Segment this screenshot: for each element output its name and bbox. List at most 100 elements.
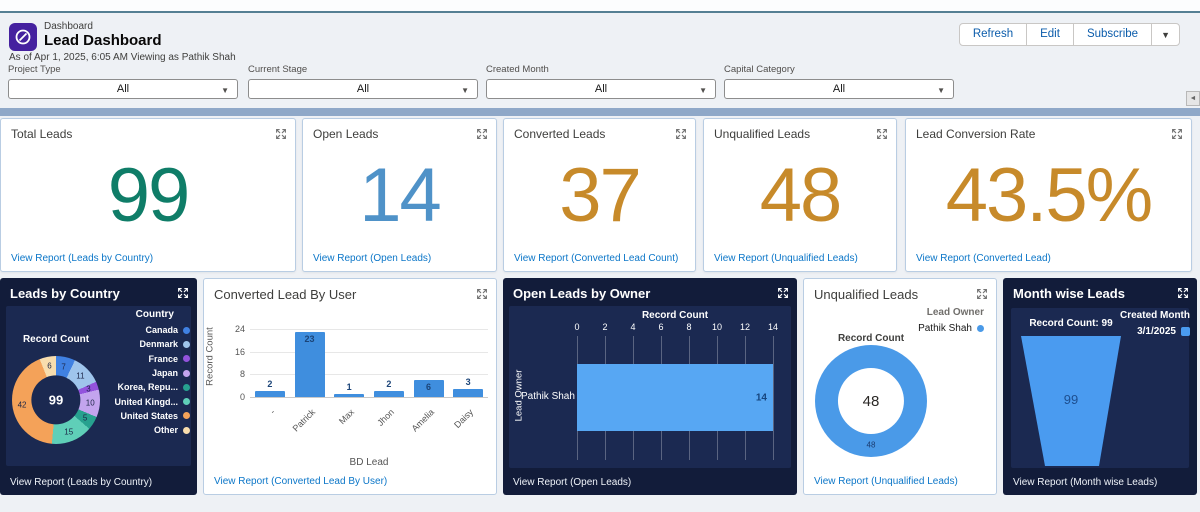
- x-category-label: -: [233, 407, 277, 451]
- kpi-value: 14: [303, 141, 496, 251]
- page-title: Lead Dashboard: [44, 32, 162, 49]
- kpi-title: Converted Leads: [514, 127, 605, 141]
- kpi-title: Unqualified Leads: [714, 127, 810, 141]
- donut-slice-value: 5: [83, 414, 87, 423]
- donut-slice-value: 15: [64, 427, 73, 436]
- view-report-link[interactable]: View Report (Open Leads): [313, 253, 431, 264]
- filter-label: Capital Category: [724, 64, 954, 75]
- expand-icon[interactable]: [177, 286, 189, 298]
- donut-center-value: 99: [49, 392, 63, 407]
- bar-Max[interactable]: [334, 394, 364, 397]
- legend-dot: [183, 384, 190, 391]
- scroll-arrow-button[interactable]: ◄: [1186, 91, 1200, 106]
- x-tick-label: 4: [630, 322, 635, 332]
- expand-icon[interactable]: [476, 287, 488, 299]
- legend-item[interactable]: Canada: [115, 323, 191, 337]
- legend-dot: [183, 341, 190, 348]
- view-report-link[interactable]: View Report (Unqualified Leads): [814, 476, 958, 487]
- expand-icon[interactable]: [976, 287, 988, 299]
- horizontal-scrollbar[interactable]: [0, 108, 1200, 116]
- y-axis-label: Record Count: [205, 323, 216, 391]
- gridline: [250, 397, 488, 398]
- legend-item[interactable]: United Kingd...: [115, 394, 191, 408]
- donut-slice-value: 6: [47, 362, 51, 371]
- legend-item[interactable]: Denmark: [115, 337, 191, 351]
- view-report-link[interactable]: View Report (Unqualified Leads): [714, 253, 858, 264]
- legend-label: United States: [120, 411, 178, 421]
- chart-card-open-leads-by-owner: Open Leads by Owner Record Count Lead Ow…: [503, 278, 797, 495]
- view-report-link[interactable]: View Report (Leads by Country): [11, 253, 153, 264]
- filter-select-current-stage[interactable]: All ▼: [248, 79, 478, 99]
- legend-label: Korea, Repu...: [117, 382, 178, 392]
- legend-label: Denmark: [139, 339, 178, 349]
- gridline: [250, 374, 488, 375]
- chevron-down-icon: ▼: [699, 86, 707, 95]
- header-button-group: Refresh Edit Subscribe ▼: [959, 23, 1180, 46]
- chart-title: Unqualified Leads: [814, 287, 918, 302]
- more-actions-button[interactable]: ▼: [1152, 24, 1179, 45]
- subscribe-button[interactable]: Subscribe: [1074, 24, 1152, 45]
- legend-dot: [977, 325, 984, 332]
- filter-created-month: Created Month All ▼: [486, 64, 716, 99]
- bar-Jhon[interactable]: [374, 391, 404, 397]
- view-report-link[interactable]: View Report (Open Leads): [513, 477, 631, 488]
- view-report-link[interactable]: View Report (Leads by Country): [10, 477, 152, 488]
- bar-chart-plot[interactable]: 0816242-23Patrick1Max2Jhon6Amelia3Daisy: [250, 329, 488, 397]
- filter-label: Current Stage: [248, 64, 478, 75]
- x-category-label: Patrick: [273, 407, 317, 451]
- filter-select-project-type[interactable]: All ▼: [8, 79, 238, 99]
- expand-icon[interactable]: [1171, 127, 1183, 139]
- dashboard-icon: [9, 23, 37, 51]
- y-tick-label: 8: [240, 369, 245, 379]
- expand-icon[interactable]: [675, 127, 687, 139]
- kpi-title: Lead Conversion Rate: [916, 127, 1035, 141]
- filter-select-created-month[interactable]: All ▼: [486, 79, 716, 99]
- legend-label: United Kingd...: [115, 397, 179, 407]
- view-report-link[interactable]: View Report (Converted Lead): [916, 253, 1051, 264]
- expand-icon[interactable]: [275, 127, 287, 139]
- expand-icon[interactable]: [777, 286, 789, 298]
- chart-title: Month wise Leads: [1013, 286, 1125, 301]
- legend-dot: [183, 398, 190, 405]
- kpi-card-total-leads: Total Leads 99 View Report (Leads by Cou…: [0, 118, 296, 272]
- legend-label: 3/1/2025: [1137, 326, 1176, 337]
- view-report-link[interactable]: View Report (Converted Lead Count): [514, 253, 678, 264]
- leads-by-country-donut[interactable]: 99 711310515426: [12, 356, 100, 444]
- last-refreshed-text: As of Apr 1, 2025, 6:05 AM Viewing as Pa…: [9, 52, 236, 63]
- chart-card-unqualified-leads: Unqualified Leads Lead Owner Pathik Shah…: [803, 278, 997, 495]
- legend-label: Pathik Shah: [918, 323, 972, 334]
- donut-axis-caption: Record Count: [816, 333, 926, 344]
- legend-item[interactable]: Korea, Repu...: [115, 380, 191, 394]
- view-report-link[interactable]: View Report (Converted Lead By User): [214, 476, 387, 487]
- y-category-label: Pathik Shah: [521, 391, 573, 402]
- legend-item[interactable]: Other: [115, 423, 191, 437]
- y-tick-label: 24: [235, 324, 245, 334]
- expand-icon[interactable]: [876, 127, 888, 139]
- view-report-link[interactable]: View Report (Month wise Leads): [1013, 477, 1157, 488]
- bar-value-label: 3: [466, 377, 471, 387]
- refresh-button[interactable]: Refresh: [960, 24, 1027, 45]
- legend-item[interactable]: United States: [115, 409, 191, 423]
- bar--[interactable]: [255, 391, 285, 397]
- gridline: [250, 352, 488, 353]
- filter-value: All: [833, 83, 845, 95]
- expand-icon[interactable]: [1177, 286, 1189, 298]
- x-tick-label: 6: [658, 322, 663, 332]
- x-category-label: Daisy: [431, 407, 475, 451]
- filter-value: All: [357, 83, 369, 95]
- legend-item[interactable]: Japan: [115, 366, 191, 380]
- legend-dot: [183, 327, 190, 334]
- edit-button[interactable]: Edit: [1027, 24, 1074, 45]
- bar-Pathik Shah[interactable]: 14: [577, 364, 773, 431]
- legend-item[interactable]: France: [115, 352, 191, 366]
- expand-icon[interactable]: [476, 127, 488, 139]
- bar-value-label: 23: [304, 334, 314, 344]
- filter-select-capital-category[interactable]: All ▼: [724, 79, 954, 99]
- chart-title: Leads by Country: [10, 286, 120, 301]
- bar-value-label: 1: [347, 382, 352, 392]
- y-tick-label: 0: [240, 392, 245, 402]
- unqualified-leads-donut[interactable]: 48 48: [815, 345, 927, 457]
- filter-label: Created Month: [486, 64, 716, 75]
- bar-Daisy[interactable]: [453, 389, 483, 398]
- kpi-card-unqualified-leads: Unqualified Leads 48 View Report (Unqual…: [703, 118, 897, 272]
